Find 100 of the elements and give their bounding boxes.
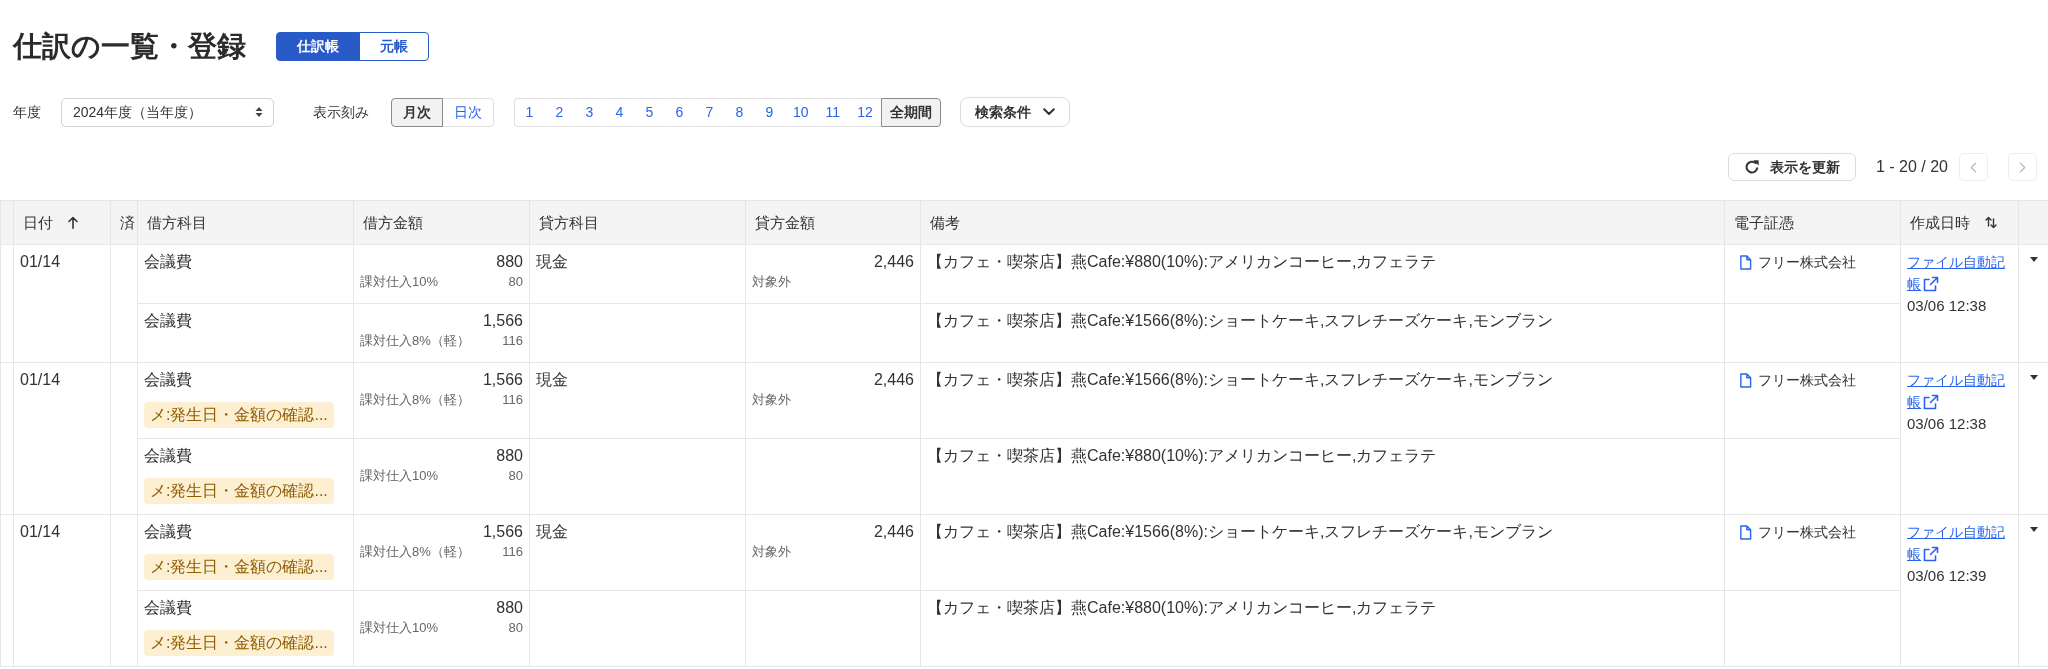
chevron-down-icon <box>1042 108 1055 116</box>
external-link-icon <box>1923 546 1939 562</box>
view-tab[interactable]: 元帳 <box>359 31 429 61</box>
debit-amount: 880 <box>496 599 523 616</box>
interval-button[interactable]: 月次 <box>391 97 443 127</box>
created-time: 03/06 12:38 <box>1907 297 1987 314</box>
period-button[interactable]: 5 <box>634 97 665 127</box>
debit-account: 会議費 <box>144 523 192 540</box>
period-button[interactable]: 12 <box>848 97 882 127</box>
column-header: 貸方科目 <box>539 213 599 231</box>
column-header: 電子証憑 <box>1734 213 1794 231</box>
tax-amount: 116 <box>502 543 523 561</box>
tax-category: 対象外 <box>752 274 791 289</box>
created-time: 03/06 12:38 <box>1907 415 1987 432</box>
debit-amount: 1,566 <box>482 523 523 540</box>
fiscal-year-select[interactable]: 2024年度（当年度） <box>61 97 274 127</box>
entry-date: 01/14 <box>20 253 61 270</box>
column-header: 貸方金額 <box>755 213 815 231</box>
refresh-icon <box>1743 159 1760 175</box>
period-button[interactable]: 4 <box>604 97 635 127</box>
remarks-text: 【カフェ・喫茶店】燕Cafe:¥880(10%):アメリカンコーヒー,カフェラテ <box>927 447 1437 464</box>
created-by-link[interactable]: ファイル自動記帳 <box>1907 251 2012 295</box>
view-tab[interactable]: 仕訳帳 <box>276 31 360 61</box>
debit-amount: 1,566 <box>482 312 523 329</box>
memo-tag: メ:発生日・金額の確認... <box>144 402 334 428</box>
remarks-text: 【カフェ・喫茶店】燕Cafe:¥1566(8%):ショートケーキ,スフレチーズケーキ,モンブラン <box>927 523 1553 540</box>
credit-account: 現金 <box>536 371 568 388</box>
period-button[interactable]: 全期間 <box>880 97 941 127</box>
debit-amount: 880 <box>496 447 523 464</box>
period-button[interactable]: 8 <box>724 97 755 127</box>
period-button[interactable]: 10 <box>784 97 818 127</box>
entry-date: 01/14 <box>20 523 61 540</box>
period-button[interactable]: 1 <box>514 97 545 127</box>
debit-account: 会議費 <box>144 599 192 616</box>
tax-category: 対象外 <box>752 392 791 407</box>
tax-amount: 80 <box>508 619 523 637</box>
remarks-text: 【カフェ・喫茶店】燕Cafe:¥880(10%):アメリカンコーヒー,カフェラテ <box>927 599 1437 616</box>
tax-category: 課対仕入10% <box>360 467 439 485</box>
caret-down-icon[interactable] <box>2029 375 2038 380</box>
interval-label: 表示刻み <box>313 102 369 122</box>
created-time: 03/06 12:39 <box>1907 567 1987 584</box>
period-button[interactable]: 9 <box>754 97 785 127</box>
tax-category: 課対仕入8%（軽） <box>360 332 470 350</box>
tax-amount: 80 <box>508 273 523 291</box>
debit-account: 会議費 <box>144 253 192 270</box>
chevron-left-icon <box>1970 161 1977 173</box>
tax-amount: 80 <box>508 467 523 485</box>
debit-account: 会議費 <box>144 447 192 464</box>
tax-amount: 116 <box>502 391 523 409</box>
search-conditions-button[interactable]: 検索条件 <box>959 97 1070 127</box>
file-icon <box>1739 372 1752 388</box>
caret-down-icon[interactable] <box>2029 257 2038 262</box>
tax-amount: 116 <box>502 332 523 350</box>
column-header: 借方金額 <box>363 213 423 231</box>
column-header: 作成日時 <box>1910 213 1970 231</box>
page-title: 仕訳の一覧・登録 <box>13 29 246 64</box>
credit-amount: 2,446 <box>873 253 914 270</box>
refresh-button[interactable]: 表示を更新 <box>1727 153 1856 181</box>
interval-button[interactable]: 日次 <box>442 97 494 127</box>
credit-account: 現金 <box>536 253 568 270</box>
memo-tag: メ:発生日・金額の確認... <box>144 554 334 580</box>
period-button[interactable]: 3 <box>574 97 605 127</box>
tax-category: 対象外 <box>752 544 791 559</box>
memo-tag: メ:発生日・金額の確認... <box>144 478 334 504</box>
credit-amount: 2,446 <box>873 371 914 388</box>
voucher-name: フリー株式会社 <box>1758 253 1856 272</box>
page-range: 1 - 20 / 20 <box>1875 157 1948 177</box>
tax-category: 課対仕入8%（軽） <box>360 543 470 561</box>
sort-icon[interactable] <box>1985 215 1997 229</box>
sort-ascending-icon[interactable] <box>68 215 78 229</box>
debit-account: 会議費 <box>144 312 192 329</box>
file-icon <box>1739 254 1752 270</box>
remarks-text: 【カフェ・喫茶店】燕Cafe:¥1566(8%):ショートケーキ,スフレチーズケーキ,モンブラン <box>927 371 1553 388</box>
fiscal-year-label: 年度 <box>13 102 41 122</box>
remarks-text: 【カフェ・喫茶店】燕Cafe:¥880(10%):アメリカンコーヒー,カフェラテ <box>927 253 1437 270</box>
credit-amount: 2,446 <box>873 523 914 540</box>
tax-category: 課対仕入10% <box>360 273 439 291</box>
external-link-icon <box>1923 394 1939 410</box>
debit-amount: 880 <box>496 253 523 270</box>
period-button[interactable]: 7 <box>694 97 725 127</box>
credit-account: 現金 <box>536 523 568 540</box>
column-header: 備考 <box>930 213 960 231</box>
memo-tag: メ:発生日・金額の確認... <box>144 630 334 656</box>
column-header: 借方科目 <box>147 213 207 231</box>
created-by-link[interactable]: ファイル自動記帳 <box>1907 369 2012 413</box>
up-down-chevron-icon <box>255 106 263 118</box>
remarks-text: 【カフェ・喫茶店】燕Cafe:¥1566(8%):ショートケーキ,スフレチーズケーキ,モンブラン <box>927 312 1553 329</box>
caret-down-icon[interactable] <box>2029 527 2038 532</box>
tax-category: 課対仕入10% <box>360 619 439 637</box>
debit-account: 会議費 <box>144 371 192 388</box>
voucher-name: フリー株式会社 <box>1758 371 1856 390</box>
debit-amount: 1,566 <box>482 371 523 388</box>
chevron-right-icon <box>2019 161 2026 173</box>
period-button[interactable]: 6 <box>664 97 695 127</box>
created-by-link[interactable]: ファイル自動記帳 <box>1907 521 2012 565</box>
period-button[interactable]: 2 <box>544 97 575 127</box>
column-header: 済 <box>120 213 135 231</box>
entry-date: 01/14 <box>20 371 61 388</box>
tax-category: 課対仕入8%（軽） <box>360 391 470 409</box>
voucher-name: フリー株式会社 <box>1758 523 1856 542</box>
